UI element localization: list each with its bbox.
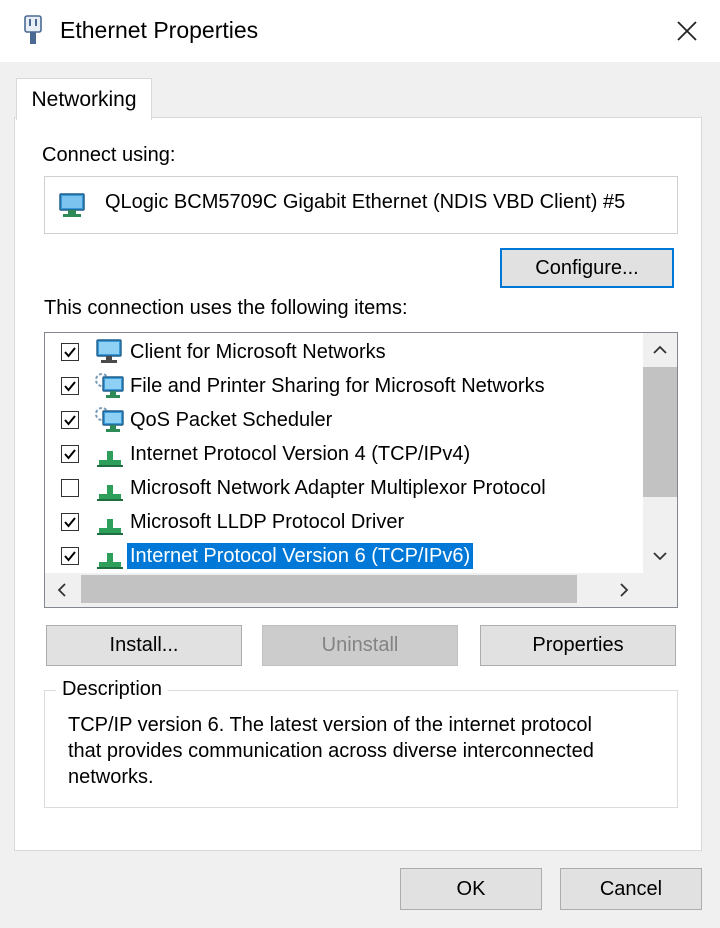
scroll-left-button[interactable] — [45, 573, 79, 607]
close-button[interactable] — [664, 10, 710, 52]
chevron-right-icon — [620, 583, 629, 597]
network-service-icon — [93, 405, 127, 435]
cancel-button[interactable]: Cancel — [560, 868, 702, 910]
item-checkbox[interactable] — [61, 411, 79, 429]
description-title: Description — [56, 678, 169, 701]
list-item[interactable]: Internet Protocol Version 4 (TCP/IPv4) — [45, 437, 645, 471]
properties-button[interactable]: Properties — [480, 625, 676, 666]
connect-using-label: Connect using: — [42, 144, 176, 166]
item-label: Internet Protocol Version 4 (TCP/IPv4) — [130, 443, 471, 465]
network-protocol-icon — [93, 439, 127, 469]
chevron-up-icon — [653, 345, 667, 354]
network-service-icon — [93, 371, 127, 401]
list-item[interactable]: File and Printer Sharing for Microsoft N… — [45, 369, 645, 403]
ok-button[interactable]: OK — [400, 868, 542, 910]
uninstall-button[interactable]: Uninstall — [262, 625, 458, 666]
chevron-left-icon — [57, 583, 66, 597]
item-checkbox[interactable] — [61, 445, 79, 463]
vertical-scroll-thumb[interactable] — [643, 367, 677, 497]
list-item[interactable]: QoS Packet Scheduler — [45, 403, 645, 437]
item-label: Microsoft Network Adapter Multiplexor Pr… — [130, 477, 546, 499]
description-text: TCP/IP version 6. The latest version of … — [68, 712, 668, 790]
item-checkbox[interactable] — [61, 479, 79, 497]
title-bar: Ethernet Properties — [0, 0, 720, 62]
item-label: QoS Packet Scheduler — [130, 409, 333, 431]
description-line: TCP/IP version 6. The latest version of … — [68, 714, 592, 736]
adapter-name: QLogic BCM5709C Gigabit Ethernet (NDIS V… — [105, 191, 626, 213]
configure-button[interactable]: Configure... — [500, 248, 674, 288]
tab-networking[interactable]: Networking — [16, 78, 152, 120]
horizontal-scroll-thumb[interactable] — [81, 575, 577, 603]
scroll-down-button[interactable] — [643, 539, 677, 573]
network-protocol-icon — [93, 507, 127, 537]
scroll-right-button[interactable] — [607, 573, 641, 607]
checkmark-icon — [64, 517, 76, 528]
network-protocol-icon — [93, 541, 127, 571]
checkmark-icon — [64, 381, 76, 392]
item-checkbox[interactable] — [61, 343, 79, 361]
network-protocol-icon — [93, 473, 127, 503]
item-label: Microsoft LLDP Protocol Driver — [130, 511, 405, 533]
chevron-down-icon — [653, 552, 667, 561]
item-label: File and Printer Sharing for Microsoft N… — [130, 375, 545, 397]
items-label: This connection uses the following items… — [44, 297, 408, 319]
window-title: Ethernet Properties — [60, 17, 259, 43]
description-line: that provides communication across diver… — [68, 740, 594, 762]
list-item[interactable]: Microsoft LLDP Protocol Driver — [45, 505, 645, 539]
scroll-up-button[interactable] — [643, 333, 677, 367]
ethernet-connector-icon — [24, 15, 42, 44]
list-item[interactable]: Microsoft Network Adapter Multiplexor Pr… — [45, 471, 645, 505]
components-list[interactable]: Client for Microsoft Networks File and Pr… — [44, 332, 678, 608]
install-button[interactable]: Install... — [46, 625, 242, 666]
close-icon — [677, 21, 697, 41]
checkmark-icon — [64, 449, 76, 460]
network-adapter-icon — [59, 193, 85, 217]
horizontal-scrollbar[interactable] — [45, 573, 677, 607]
item-checkbox[interactable] — [61, 547, 79, 565]
description-line: networks. — [68, 766, 154, 788]
adapter-field: QLogic BCM5709C Gigabit Ethernet (NDIS V… — [44, 176, 678, 234]
item-label: Client for Microsoft Networks — [130, 341, 386, 363]
list-item[interactable]: Client for Microsoft Networks — [45, 335, 645, 369]
checkmark-icon — [64, 551, 76, 562]
checkmark-icon — [64, 347, 76, 358]
vertical-scrollbar[interactable] — [643, 333, 677, 573]
item-checkbox[interactable] — [61, 377, 79, 395]
checkmark-icon — [64, 415, 76, 426]
item-label: Internet Protocol Version 6 (TCP/IPv6) — [127, 543, 474, 569]
item-checkbox[interactable] — [61, 513, 79, 531]
network-client-icon — [93, 337, 127, 367]
list-item[interactable]: Internet Protocol Version 6 (TCP/IPv6) — [45, 539, 645, 573]
